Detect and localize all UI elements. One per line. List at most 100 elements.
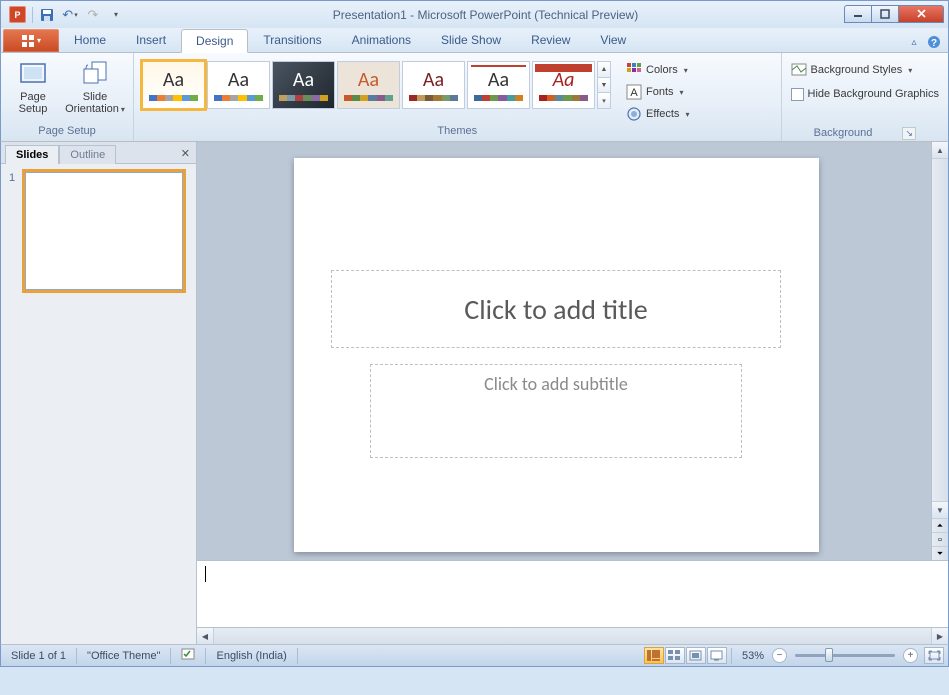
redo-button[interactable]: ↷ xyxy=(83,5,103,25)
background-styles-button[interactable]: Background Styles▾ xyxy=(788,59,916,81)
theme-item[interactable]: Aa xyxy=(402,61,465,109)
redo-icon: ↷ xyxy=(88,7,99,23)
tab-animations[interactable]: Animations xyxy=(337,28,426,52)
tab-view[interactable]: View xyxy=(585,28,641,52)
page-setup-icon xyxy=(18,59,48,87)
group-background: Background Styles▾ Hide Background Graph… xyxy=(782,53,948,141)
undo-button[interactable]: ↶▾ xyxy=(60,5,80,25)
view-slideshow-button[interactable] xyxy=(707,647,727,664)
theme-colors-button[interactable]: Colors▾ xyxy=(623,59,692,81)
gallery-scroll-down[interactable]: ▼ xyxy=(598,78,610,94)
prev-slide-button[interactable]: ⏶ xyxy=(932,518,948,532)
effects-label: Effects xyxy=(646,108,679,120)
hide-background-checkbox[interactable]: Hide Background Graphics xyxy=(788,83,942,105)
tab-review[interactable]: Review xyxy=(516,28,585,52)
gallery-scroll-up[interactable]: ▲ xyxy=(598,62,610,78)
status-slide-count[interactable]: Slide 1 of 1 xyxy=(5,650,72,662)
theme-item[interactable]: Aa xyxy=(532,61,595,109)
save-icon xyxy=(40,8,54,22)
chevron-up-icon: ▵ xyxy=(911,37,916,48)
status-spellcheck[interactable] xyxy=(175,647,201,664)
status-theme[interactable]: "Office Theme" xyxy=(81,650,166,662)
minimize-icon xyxy=(853,9,863,19)
tab-slideshow[interactable]: Slide Show xyxy=(426,28,516,52)
zoom-percent[interactable]: 53% xyxy=(736,650,770,662)
undo-icon: ↶ xyxy=(62,7,73,23)
pane-close-button[interactable]: ✕ xyxy=(181,147,190,163)
colors-label: Colors xyxy=(646,64,678,76)
tab-design[interactable]: Design xyxy=(181,29,248,53)
theme-fonts-button[interactable]: A Fonts▾ xyxy=(623,81,692,103)
minimize-button[interactable] xyxy=(844,5,872,23)
quick-access-toolbar: ↶▾ ↷ ▾ xyxy=(37,5,126,25)
view-slideshow-icon xyxy=(710,650,723,661)
scroll-left-button[interactable]: ◀ xyxy=(197,628,214,644)
tab-insert[interactable]: Insert xyxy=(121,28,181,52)
hide-background-label: Hide Background Graphics xyxy=(808,88,939,100)
status-bar: Slide 1 of 1 "Office Theme" English (Ind… xyxy=(0,644,949,667)
fonts-label: Fonts xyxy=(646,86,674,98)
view-reading-button[interactable] xyxy=(686,647,706,664)
tab-transitions[interactable]: Transitions xyxy=(248,28,336,52)
view-normal-icon xyxy=(647,650,660,661)
gallery-more-button[interactable]: ▾ xyxy=(598,93,610,108)
spellcheck-icon xyxy=(181,647,195,661)
nav-menu-button[interactable]: ▫ xyxy=(932,532,948,546)
theme-item[interactable]: Aa xyxy=(272,61,335,109)
zoom-out-button[interactable]: − xyxy=(772,648,787,663)
view-sorter-button[interactable] xyxy=(665,647,685,664)
zoom-in-button[interactable]: + xyxy=(903,648,918,663)
checkbox-icon xyxy=(791,88,804,101)
ribbon-tabs: ▾ Home Insert Design Transitions Animati… xyxy=(0,28,949,52)
file-menu-button[interactable]: ▾ xyxy=(3,29,59,52)
outline-tab[interactable]: Outline xyxy=(59,145,116,164)
tab-home[interactable]: Home xyxy=(59,28,121,52)
theme-item[interactable]: Aa xyxy=(207,61,270,109)
vertical-scrollbar[interactable]: ▲ ▼ ⏶ ▫ ⏷ xyxy=(931,142,948,560)
group-label-background: Background xyxy=(814,127,873,139)
slide-thumb-number: 1 xyxy=(9,172,19,290)
qat-customize-button[interactable]: ▾ xyxy=(106,5,126,25)
zoom-slider[interactable] xyxy=(795,654,895,657)
save-button[interactable] xyxy=(37,5,57,25)
page-setup-button[interactable]: Page Setup xyxy=(7,55,59,117)
theme-item[interactable]: Aa xyxy=(467,61,530,109)
slide-canvas-area[interactable]: Click to add title Click to add subtitle… xyxy=(197,142,948,560)
colors-icon xyxy=(626,62,642,78)
maximize-button[interactable] xyxy=(871,5,899,23)
gallery-scroll: ▲ ▼ ▾ xyxy=(597,61,611,109)
effects-icon xyxy=(626,106,642,122)
next-slide-button[interactable]: ⏷ xyxy=(932,546,948,560)
theme-office[interactable]: Aa xyxy=(142,61,205,109)
view-sorter-icon xyxy=(668,650,681,661)
subtitle-placeholder[interactable]: Click to add subtitle xyxy=(370,364,742,458)
help-icon: ? xyxy=(927,35,941,49)
theme-effects-button[interactable]: Effects▾ xyxy=(623,103,692,125)
zoom-fit-button[interactable] xyxy=(924,647,944,664)
svg-text:?: ? xyxy=(931,38,937,49)
group-label-themes: Themes xyxy=(140,125,775,141)
horizontal-scrollbar[interactable]: ◀ ▶ xyxy=(197,627,948,644)
scroll-up-button[interactable]: ▲ xyxy=(932,142,948,159)
background-dialog-launcher[interactable]: ↘ xyxy=(902,127,916,140)
view-normal-button[interactable] xyxy=(644,647,664,664)
background-styles-icon xyxy=(791,62,807,78)
themes-gallery: Aa Aa Aa Aa Aa xyxy=(140,59,613,111)
status-language[interactable]: English (India) xyxy=(210,650,292,662)
scroll-right-button[interactable]: ▶ xyxy=(931,628,948,644)
slide[interactable]: Click to add title Click to add subtitle xyxy=(294,158,819,552)
slide-thumb[interactable] xyxy=(25,172,183,290)
ribbon-minimize-button[interactable]: ▵ xyxy=(906,34,922,50)
help-button[interactable]: ? xyxy=(926,34,942,50)
scroll-down-button[interactable]: ▼ xyxy=(932,501,948,518)
slide-orientation-button[interactable]: Slide Orientation xyxy=(63,55,127,118)
theme-item[interactable]: Aa xyxy=(337,61,400,109)
title-placeholder[interactable]: Click to add title xyxy=(331,270,781,348)
notes-input[interactable] xyxy=(197,561,948,627)
page-setup-label: Page Setup xyxy=(19,91,48,115)
group-themes: Aa Aa Aa Aa Aa xyxy=(134,53,782,141)
orientation-icon xyxy=(80,59,110,87)
close-button[interactable] xyxy=(898,5,944,23)
slides-tab[interactable]: Slides xyxy=(5,145,59,164)
zoom-slider-thumb[interactable] xyxy=(825,648,833,662)
